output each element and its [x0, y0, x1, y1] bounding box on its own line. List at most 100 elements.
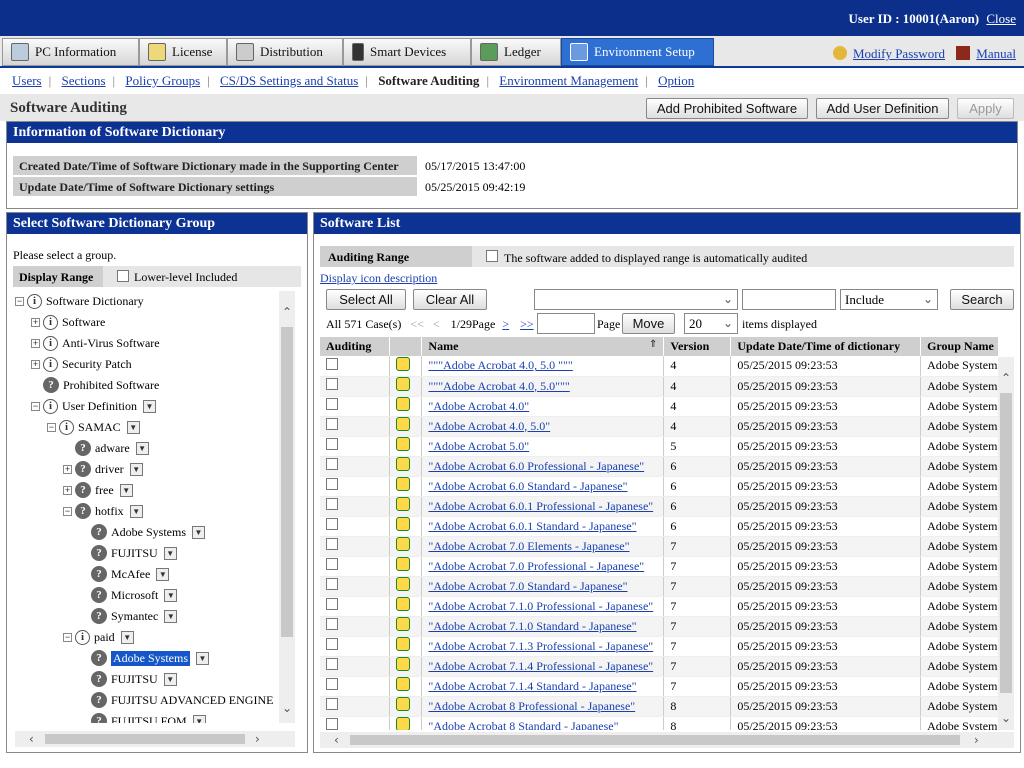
subnav-users[interactable]: Users — [12, 73, 42, 88]
software-name-link[interactable]: "Adobe Acrobat 7.1.0 Standard - Japanese… — [428, 619, 636, 633]
list-vertical-scrollbar[interactable]: ⌃ ⌄ — [998, 357, 1014, 730]
table-row[interactable]: "Adobe Acrobat 7.0 Elements - Japanese" 7… — [320, 536, 998, 557]
auditing-checkbox[interactable] — [326, 418, 338, 430]
node-menu-icon[interactable]: ▼ — [129, 504, 143, 518]
tree-node-label[interactable]: Symantec — [111, 609, 158, 624]
tree-node[interactable]: ? McAfee ▼ — [79, 564, 170, 584]
node-menu-icon[interactable]: ▼ — [119, 483, 133, 497]
auditing-checkbox[interactable] — [326, 578, 338, 590]
expand-icon[interactable]: + — [63, 485, 72, 495]
auditing-checkbox[interactable] — [326, 678, 338, 690]
table-row[interactable]: "Adobe Acrobat 7.1.0 Professional - Japa… — [320, 596, 998, 617]
software-name-link[interactable]: "Adobe Acrobat 4.0, 5.0" — [428, 419, 550, 433]
prev-page-link[interactable]: < — [433, 317, 440, 331]
auto-audit-checkbox[interactable] — [486, 250, 498, 262]
software-name-link[interactable]: "Adobe Acrobat 7.0 Standard - Japanese" — [428, 579, 627, 593]
tree-node-label[interactable]: FUJITSU — [111, 672, 158, 687]
software-name-link[interactable]: "Adobe Acrobat 7.0 Elements - Japanese" — [428, 539, 629, 553]
collapse-icon[interactable]: − — [63, 632, 72, 642]
node-menu-icon[interactable]: ▼ — [135, 441, 149, 455]
node-menu-icon[interactable]: ▼ — [163, 546, 177, 560]
scroll-left-icon[interactable]: ‹ — [29, 732, 34, 746]
table-row[interactable]: """Adobe Acrobat 4.0, 5.0 """ 4 05/25/2015… — [320, 356, 998, 377]
software-name-link[interactable]: "Adobe Acrobat 8 Professional - Japanese… — [428, 699, 635, 713]
node-menu-icon[interactable]: ▼ — [192, 714, 206, 723]
auditing-checkbox[interactable] — [326, 618, 338, 630]
table-row[interactable]: "Adobe Acrobat 7.0 Professional - Japane… — [320, 556, 998, 577]
search-button[interactable]: Search — [950, 289, 1014, 310]
tree-node[interactable]: ? Adobe Systems ▼ — [79, 648, 209, 668]
subnav-csds-settings[interactable]: CS/DS Settings and Status — [220, 73, 358, 88]
table-row[interactable]: "Adobe Acrobat 6.0.1 Professional - Japa… — [320, 496, 998, 517]
software-name-link[interactable]: "Adobe Acrobat 7.0 Professional - Japane… — [428, 559, 644, 573]
auditing-checkbox[interactable] — [326, 638, 338, 650]
table-row[interactable]: "Adobe Acrobat 4.0, 5.0" 4 05/25/2015 09:2… — [320, 416, 998, 437]
auditing-checkbox[interactable] — [326, 658, 338, 670]
table-row[interactable]: "Adobe Acrobat 7.1.3 Professional - Japa… — [320, 636, 998, 657]
tree-node-label[interactable]: Security Patch — [62, 357, 132, 372]
scroll-down-icon[interactable]: ⌄ — [282, 701, 292, 715]
tree-node-label[interactable]: driver — [95, 462, 124, 477]
software-name-link[interactable]: "Adobe Acrobat 7.1.4 Standard - Japanese… — [428, 679, 636, 693]
tree-node-label[interactable]: SAMAC — [78, 420, 121, 435]
tree-node-label[interactable]: FUJITSU — [111, 546, 158, 561]
table-row[interactable]: "Adobe Acrobat 6.0.1 Standard - Japanese… — [320, 516, 998, 537]
tab-pc-information[interactable]: PC Information — [2, 38, 139, 66]
scroll-thumb[interactable] — [45, 734, 245, 744]
software-name-link[interactable]: "Adobe Acrobat 7.1.4 Professional - Japa… — [428, 659, 653, 673]
software-name-link[interactable]: "Adobe Acrobat 8 Standard - Japanese" — [428, 719, 618, 731]
table-row[interactable]: "Adobe Acrobat 7.1.4 Standard - Japanese… — [320, 676, 998, 697]
node-menu-icon[interactable]: ▼ — [129, 462, 143, 476]
scroll-thumb[interactable] — [281, 327, 293, 637]
tree-node-label[interactable]: paid — [94, 630, 115, 645]
tree-node-label[interactable]: User Definition — [62, 399, 137, 414]
tree-node[interactable]: − i User Definition ▼ — [31, 396, 156, 416]
tree-node[interactable]: ? Adobe Systems ▼ — [79, 522, 205, 542]
scroll-thumb[interactable] — [350, 735, 960, 745]
software-name-link[interactable]: """Adobe Acrobat 4.0, 5.0 """ — [428, 358, 572, 372]
col-version[interactable]: Version — [663, 337, 732, 356]
tree-node[interactable]: +? driver ▼ — [63, 459, 143, 479]
tree-node-label[interactable]: Microsoft — [111, 588, 158, 603]
auditing-checkbox[interactable] — [326, 598, 338, 610]
node-menu-icon[interactable]: ▼ — [164, 588, 178, 602]
software-name-link[interactable]: """Adobe Acrobat 4.0, 5.0""" — [428, 379, 569, 393]
expand-icon[interactable]: + — [63, 464, 72, 474]
tree-node[interactable]: ? FUJITSU ▼ — [79, 543, 177, 563]
node-menu-icon[interactable]: ▼ — [126, 420, 140, 434]
sort-icon[interactable]: ⇑ — [649, 339, 657, 350]
scroll-up-icon[interactable]: ⌃ — [282, 305, 292, 319]
auditing-checkbox[interactable] — [326, 518, 338, 530]
col-auditing[interactable]: Auditing — [320, 337, 391, 356]
auditing-checkbox[interactable] — [326, 718, 338, 730]
table-row[interactable]: """Adobe Acrobat 4.0, 5.0""" 4 05/25/2015 … — [320, 376, 998, 397]
collapse-icon[interactable]: − — [31, 401, 40, 411]
scroll-right-icon[interactable]: › — [255, 732, 260, 746]
auditing-checkbox[interactable] — [326, 498, 338, 510]
page-number-input[interactable] — [537, 313, 595, 334]
select-all-button[interactable]: Select All — [326, 289, 406, 310]
auditing-checkbox[interactable] — [326, 438, 338, 450]
node-menu-icon[interactable]: ▼ — [164, 609, 178, 623]
auditing-checkbox[interactable] — [326, 378, 338, 390]
table-row[interactable]: "Adobe Acrobat 7.1.4 Professional - Japa… — [320, 656, 998, 677]
tree-node-label[interactable]: free — [95, 483, 114, 498]
modify-password-link[interactable]: Modify Password — [853, 46, 945, 61]
manual-link[interactable]: Manual — [976, 46, 1016, 61]
subnav-environment-management[interactable]: Environment Management — [499, 73, 638, 88]
clear-all-button[interactable]: Clear All — [413, 289, 487, 310]
table-row[interactable]: "Adobe Acrobat 8 Standard - Japanese" 8 05… — [320, 716, 998, 730]
tree-node-label[interactable]: FUJITSU FOM — [111, 714, 187, 724]
scroll-left-icon[interactable]: ‹ — [334, 733, 339, 747]
table-row[interactable]: "Adobe Acrobat 8 Professional - Japanese… — [320, 696, 998, 717]
scroll-up-icon[interactable]: ⌃ — [1001, 371, 1011, 385]
auditing-checkbox[interactable] — [326, 398, 338, 410]
tree-node[interactable]: ? Prohibited Software — [31, 375, 159, 395]
node-menu-icon[interactable]: ▼ — [163, 672, 177, 686]
tree-node-label[interactable]: McAfee — [111, 567, 150, 582]
tree-node-label[interactable]: FUJITSU ADVANCED ENGINE — [111, 693, 273, 708]
tree-node[interactable]: ? Symantec ▼ — [79, 606, 178, 626]
next-page-link[interactable]: > — [502, 317, 509, 331]
software-name-link[interactable]: "Adobe Acrobat 7.1.0 Professional - Japa… — [428, 599, 653, 613]
tree-node-label[interactable]: Adobe Systems — [111, 525, 186, 540]
